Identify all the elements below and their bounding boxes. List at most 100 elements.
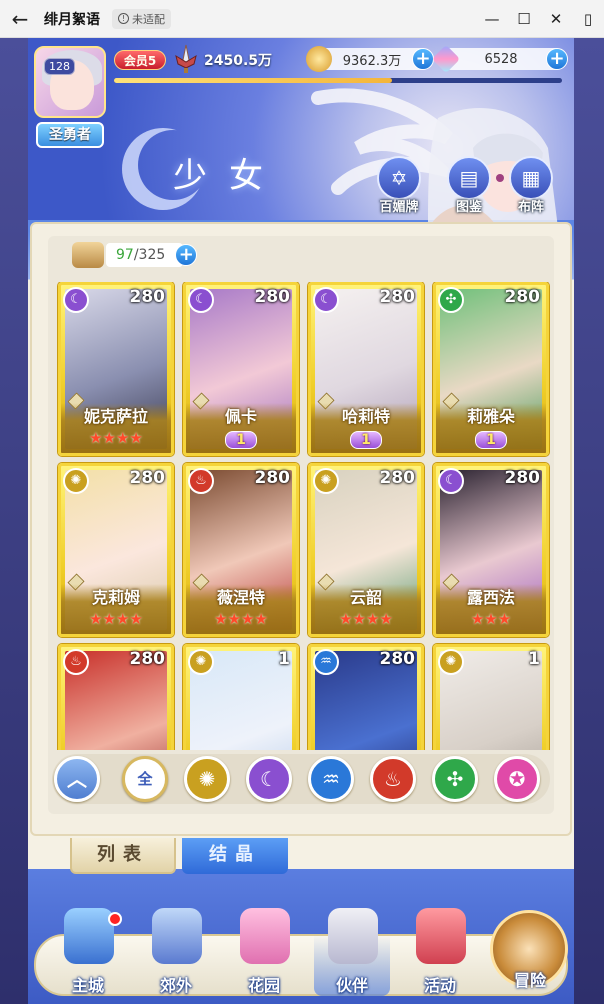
roster-panel: 97/325 + ☾ 280 妮克萨拉 ★★★★ ☾ 280 佩卡 1 ☾ 280 哈莉特 1 ✣ 280… xyxy=(30,222,572,836)
adventure-label[interactable]: 冒险 xyxy=(498,967,562,991)
nav-partners[interactable]: 伙伴 xyxy=(314,908,390,996)
character-name: 云韶 xyxy=(349,588,382,607)
rank-row: 1 xyxy=(311,429,421,449)
fire-element-icon: ♨ xyxy=(188,468,214,494)
sidebar-toggle-button[interactable]: ▯ xyxy=(572,0,604,38)
character-level: 280 xyxy=(129,287,166,307)
filter-fire-element-icon[interactable]: ♨ xyxy=(370,756,416,802)
character-card[interactable]: ☾ 280 哈莉特 1 xyxy=(308,282,424,456)
character-card[interactable]: ✺ 280 云韶 ★★★★ xyxy=(308,463,424,637)
character-level: 280 xyxy=(129,468,166,488)
left-backdrop xyxy=(0,38,28,1004)
character-name: 薇涅特 xyxy=(216,588,265,607)
filter-sun-element-icon[interactable]: ✺ xyxy=(184,756,230,802)
expand-roster-button[interactable]: + xyxy=(175,244,198,266)
rank-badge: 1 xyxy=(475,431,507,449)
compat-badge-label: 未适配 xyxy=(132,12,165,26)
sun-element-icon: ✺ xyxy=(313,468,339,494)
maximize-button[interactable]: ☐ xyxy=(508,0,540,38)
add-gems-button[interactable]: + xyxy=(546,48,568,70)
grid-formation-icon: ▦ xyxy=(509,156,553,200)
window-controls: — ☐ ✕ ▯ xyxy=(476,0,604,38)
gold-value: 9362.3万 xyxy=(342,53,402,69)
close-button[interactable]: ✕ xyxy=(540,0,572,38)
character-level: 280 xyxy=(379,287,416,307)
character-name: 露西法 xyxy=(466,588,515,607)
gem-value: 6528 xyxy=(484,51,518,67)
gem-counter: 6528 + xyxy=(431,44,568,74)
character-card[interactable]: ♨ 280 xyxy=(58,644,174,750)
card-deck-button[interactable]: ✡ 百媚牌 xyxy=(370,156,428,218)
moon-element-icon: ☾ xyxy=(438,468,464,494)
filter-water-element-icon[interactable]: ♒ xyxy=(308,756,354,802)
filter-all-button[interactable]: 全 xyxy=(122,756,168,802)
nav-events[interactable]: 活动 xyxy=(402,908,478,996)
element-filter-bar: ︿ 全 ✺ ☾ ♒ ♨ ✣ ✪ xyxy=(52,754,550,804)
game-viewport: 128 圣勇者 会员5 2450.5万 9362.3万 + 6528 + 少女 xyxy=(28,38,574,1004)
book-icon: ▤ xyxy=(447,156,491,200)
filter-star-element-icon[interactable]: ✪ xyxy=(494,756,540,802)
star-rating: ★★★★ xyxy=(89,610,143,628)
back-arrow-icon[interactable]: ← xyxy=(0,0,40,38)
moon-element-icon: ☾ xyxy=(188,287,214,313)
character-card[interactable]: ✣ 280 莉雅朵 1 xyxy=(433,282,549,456)
tab-crystal[interactable]: 结晶 xyxy=(182,838,288,874)
header: 128 圣勇者 会员5 2450.5万 9362.3万 + 6528 + 少女 xyxy=(28,38,574,228)
rank-row: 1 xyxy=(186,429,296,449)
rank-row: 1 xyxy=(436,429,546,449)
codex-button[interactable]: ▤ 图鉴 xyxy=(440,156,498,218)
character-name: 克莉姆 xyxy=(91,588,140,607)
window-titlebar: ← 绯月絮语 ! 未适配 — ☐ ✕ ▯ xyxy=(0,0,604,38)
nav-events-label: 活动 xyxy=(423,976,456,995)
formation-label: 布阵 xyxy=(517,200,544,215)
package-icon xyxy=(72,242,104,268)
nav-main-city[interactable]: 主城 xyxy=(50,908,126,996)
power-sword-icon xyxy=(175,44,197,73)
character-grid[interactable]: ☾ 280 妮克萨拉 ★★★★ ☾ 280 佩卡 1 ☾ 280 哈莉特 1 ✣ 280 莉雅朵 1 ✺ 280 克… xyxy=(56,282,552,750)
character-level: 280 xyxy=(379,468,416,488)
nav-suburbs[interactable]: 郊外 xyxy=(138,908,214,996)
formation-button[interactable]: ▦ 布阵 xyxy=(502,156,560,218)
compat-badge: ! 未适配 xyxy=(112,8,171,29)
character-card[interactable]: ✺ 1 xyxy=(433,644,549,750)
filter-wind-element-icon[interactable]: ✣ xyxy=(432,756,478,802)
player-title[interactable]: 圣勇者 xyxy=(36,122,104,148)
tab-list[interactable]: 列表 xyxy=(70,838,176,874)
character-card[interactable]: ♒ 280 xyxy=(308,644,424,750)
character-card[interactable]: ☾ 280 佩卡 1 xyxy=(183,282,299,456)
character-card[interactable]: ♨ 280 薇涅特 ★★★★ xyxy=(183,463,299,637)
gold-coin-icon xyxy=(306,46,332,72)
star-rating: ★★★★ xyxy=(339,610,393,628)
vip-badge[interactable]: 会员5 xyxy=(114,50,166,70)
character-name: 莉雅朵 xyxy=(466,407,515,426)
character-card[interactable]: ☾ 280 露西法 ★★★ xyxy=(433,463,549,637)
roster-count-box: 97/325 xyxy=(106,243,184,267)
roster-count: 97/325 + xyxy=(72,242,198,268)
character-card[interactable]: ☾ 280 妮克萨拉 ★★★★ xyxy=(58,282,174,456)
character-level: 1 xyxy=(278,649,290,669)
filter-moon-element-icon[interactable]: ☾ xyxy=(246,756,292,802)
rank-badge: 1 xyxy=(350,431,382,449)
nav-garden[interactable]: 花园 xyxy=(226,908,302,996)
character-name: 佩卡 xyxy=(224,407,257,426)
page-title: 少女 xyxy=(173,156,285,196)
partner-portrait-icon xyxy=(328,908,378,964)
character-card[interactable]: ✺ 280 克莉姆 ★★★★ xyxy=(58,463,174,637)
character-level: 1 xyxy=(528,649,540,669)
add-gold-button[interactable]: + xyxy=(412,48,434,70)
sort-toggle-button[interactable]: ︿ xyxy=(54,756,100,802)
character-level: 280 xyxy=(379,649,416,669)
moon-element-icon: ☾ xyxy=(313,287,339,313)
nav-main-city-label: 主城 xyxy=(71,976,104,995)
nav-suburbs-label: 郊外 xyxy=(159,976,192,995)
castle-icon xyxy=(64,908,114,964)
card-deck-icon: ✡ xyxy=(377,156,421,200)
heart-icon xyxy=(240,908,290,964)
nav-garden-label: 花园 xyxy=(247,976,280,995)
character-level: 280 xyxy=(504,468,541,488)
roster-inner: 97/325 + ☾ 280 妮克萨拉 ★★★★ ☾ 280 佩卡 1 ☾ 280 哈莉特 1 ✣ 280… xyxy=(48,236,554,814)
player-avatar[interactable]: 128 xyxy=(34,46,106,118)
count-current: 97 xyxy=(116,247,134,263)
minimize-button[interactable]: — xyxy=(476,0,508,38)
character-card[interactable]: ✺ 1 xyxy=(183,644,299,750)
